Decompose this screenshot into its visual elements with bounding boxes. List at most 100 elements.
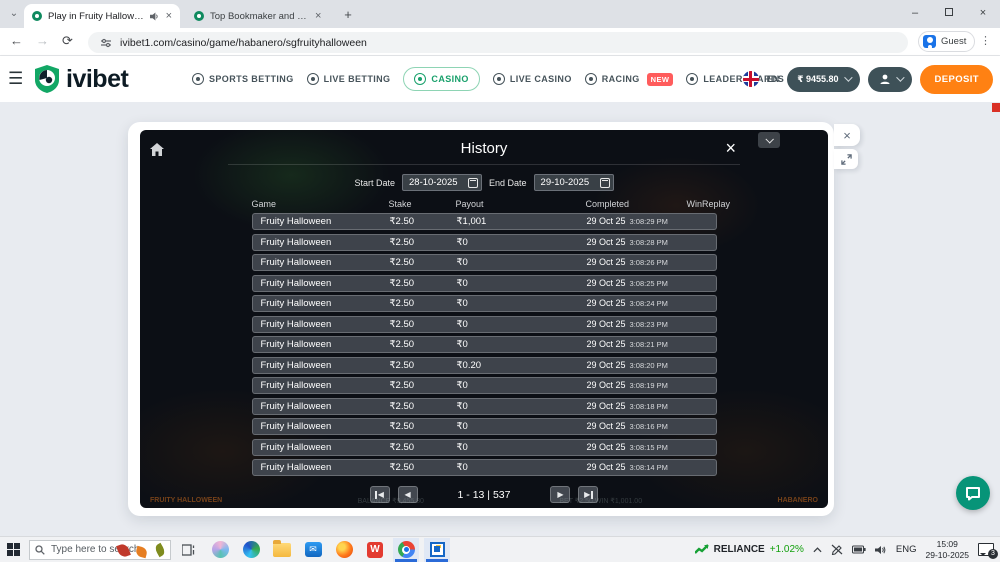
game-frame-card: × History × Start Date 28-10-2025 End Da…: [128, 122, 834, 516]
speaker-icon[interactable]: [875, 545, 887, 555]
game-close-button[interactable]: ×: [834, 124, 860, 146]
completed-date: 29 Oct 25: [587, 360, 626, 370]
window-close-button[interactable]: ×: [966, 0, 1000, 28]
task-view-button[interactable]: [176, 538, 202, 562]
completed-date: 29 Oct 25: [587, 298, 626, 308]
cell-stake: ₹2.50: [390, 257, 457, 268]
browser-tab-active[interactable]: Play in Fruity Halloween wit ×: [24, 4, 180, 28]
game-area: History × Start Date 28-10-2025 End Date…: [140, 130, 828, 508]
table-row[interactable]: Fruity Halloween₹2.50₹029 Oct 253:08:21 …: [252, 336, 717, 353]
forward-icon[interactable]: →: [36, 33, 49, 48]
cell-stake: ₹2.50: [390, 298, 457, 309]
browser-menu-icon[interactable]: ⋮: [980, 34, 991, 47]
table-row[interactable]: Fruity Halloween₹2.50₹029 Oct 253:08:15 …: [252, 439, 717, 456]
new-tab-button[interactable]: +: [340, 7, 356, 23]
home-icon[interactable]: [150, 143, 164, 156]
taskbar-wps[interactable]: W: [362, 538, 388, 562]
calendar-icon[interactable]: [600, 178, 610, 188]
back-icon[interactable]: ←: [10, 33, 23, 48]
taskbar-edge[interactable]: [238, 538, 264, 562]
pen-disabled-icon[interactable]: [831, 544, 843, 555]
completed-time: 3:08:24 PM: [630, 299, 668, 308]
taskbar-copilot[interactable]: [207, 538, 233, 562]
page-accent-sliver: [992, 103, 1000, 112]
live-chat-button[interactable]: [956, 476, 990, 510]
table-row[interactable]: Fruity Halloween₹2.50₹029 Oct 253:08:24 …: [252, 295, 717, 312]
battery-icon[interactable]: [852, 545, 866, 554]
tray-expand-icon[interactable]: [813, 547, 822, 553]
col-payout: Payout: [456, 199, 586, 209]
taskbar-file-explorer[interactable]: [269, 538, 295, 562]
completed-date: 29 Oct 25: [587, 380, 626, 390]
nav-racing[interactable]: RACING NEW: [585, 73, 674, 86]
page-body: × History × Start Date 28-10-2025 End Da…: [0, 102, 1000, 536]
tab-audio-icon[interactable]: [150, 12, 159, 21]
end-date-input[interactable]: 29-10-2025: [534, 174, 614, 191]
table-row[interactable]: Fruity Halloween₹2.50₹0.2029 Oct 253:08:…: [252, 357, 717, 374]
table-row[interactable]: Fruity Halloween₹2.50₹029 Oct 253:08:14 …: [252, 459, 717, 476]
table-row[interactable]: Fruity Halloween₹2.50₹029 Oct 253:08:23 …: [252, 316, 717, 333]
uk-flag-icon[interactable]: [743, 71, 759, 87]
cell-game: Fruity Halloween: [253, 298, 390, 309]
table-row[interactable]: Fruity Halloween₹2.50₹1,00129 Oct 253:08…: [252, 213, 717, 230]
tray-clock[interactable]: 15:09 29-10-2025: [926, 539, 969, 560]
col-stake: Stake: [389, 199, 456, 209]
table-row[interactable]: Fruity Halloween₹2.50₹029 Oct 253:08:25 …: [252, 275, 717, 292]
completed-time: 3:08:26 PM: [630, 258, 668, 267]
site-settings-icon[interactable]: [100, 37, 112, 49]
nav-live-betting[interactable]: LIVE BETTING: [307, 73, 391, 85]
history-title: History: [228, 140, 740, 157]
cell-stake: ₹2.50: [390, 216, 457, 227]
completed-date: 29 Oct 25: [587, 216, 626, 226]
table-row[interactable]: Fruity Halloween₹2.50₹029 Oct 253:08:18 …: [252, 398, 717, 415]
taskbar-search-input[interactable]: Type here to search: [29, 540, 171, 560]
calendar-icon[interactable]: [468, 178, 478, 188]
site-logo[interactable]: ivibet: [32, 64, 128, 94]
window-maximize-button[interactable]: [932, 0, 966, 28]
keyboard-language[interactable]: ENG: [896, 544, 917, 555]
browser-toolbar: ← → ⟳ ivibet1.com/casino/game/habanero/s…: [0, 28, 1000, 56]
balance-dropdown[interactable]: ₹ 9455.80: [787, 67, 860, 92]
tab-close-icon[interactable]: ×: [315, 10, 321, 22]
cell-payout: ₹0: [457, 462, 587, 473]
taskbar-blue-app-active[interactable]: [424, 538, 450, 562]
taskbar-chrome-active[interactable]: [393, 538, 419, 562]
table-row[interactable]: Fruity Halloween₹2.50₹029 Oct 253:08:19 …: [252, 377, 717, 394]
hamburger-menu-icon[interactable]: ☰: [8, 69, 23, 89]
blue-app-icon: [430, 542, 445, 557]
profile-button[interactable]: [868, 67, 912, 92]
guest-profile-button[interactable]: Guest: [918, 31, 975, 52]
window-minimize-button[interactable]: –: [898, 0, 932, 28]
tab-search-icon[interactable]: ⌄: [6, 6, 22, 22]
start-button[interactable]: [0, 543, 26, 556]
browser-tab-inactive[interactable]: Top Bookmaker and Casino Onl ×: [186, 4, 334, 28]
nav-sports-betting[interactable]: SPORTS BETTING: [192, 73, 294, 85]
taskbar-mail[interactable]: ✉: [300, 538, 326, 562]
tab-close-icon[interactable]: ×: [166, 10, 172, 22]
cell-payout: ₹0.20: [457, 360, 587, 371]
cell-payout: ₹0: [457, 237, 587, 248]
reload-icon[interactable]: ⟳: [62, 33, 73, 49]
nav-casino[interactable]: CASINO: [403, 67, 479, 91]
history-close-icon[interactable]: ×: [725, 139, 736, 157]
completed-time: 3:08:18 PM: [630, 402, 668, 411]
nav-live-casino[interactable]: LIVE CASINO: [493, 73, 572, 85]
deposit-button[interactable]: DEPOSIT: [920, 65, 993, 94]
col-completed: Completed: [586, 199, 687, 209]
game-fullscreen-button[interactable]: [834, 149, 858, 169]
language-label[interactable]: EN: [767, 74, 780, 84]
table-row[interactable]: Fruity Halloween₹2.50₹029 Oct 253:08:28 …: [252, 234, 717, 251]
game-menu-chevron[interactable]: [758, 132, 780, 148]
address-bar[interactable]: ivibet1.com/casino/game/habanero/sgfruit…: [88, 32, 908, 53]
stock-widget[interactable]: RELIANCE +1.02%: [695, 544, 804, 555]
cell-completed: 29 Oct 253:08:23 PM: [587, 319, 688, 330]
seasonal-leaves-icon[interactable]: [112, 544, 166, 557]
guest-avatar-icon: [923, 35, 936, 48]
edge-icon: [243, 541, 260, 558]
start-date-input[interactable]: 28-10-2025: [402, 174, 482, 191]
notification-center-icon[interactable]: 3: [978, 543, 994, 556]
cell-completed: 29 Oct 253:08:14 PM: [587, 462, 688, 473]
table-row[interactable]: Fruity Halloween₹2.50₹029 Oct 253:08:26 …: [252, 254, 717, 271]
taskbar-firefox[interactable]: [331, 538, 357, 562]
table-row[interactable]: Fruity Halloween₹2.50₹029 Oct 253:08:16 …: [252, 418, 717, 435]
